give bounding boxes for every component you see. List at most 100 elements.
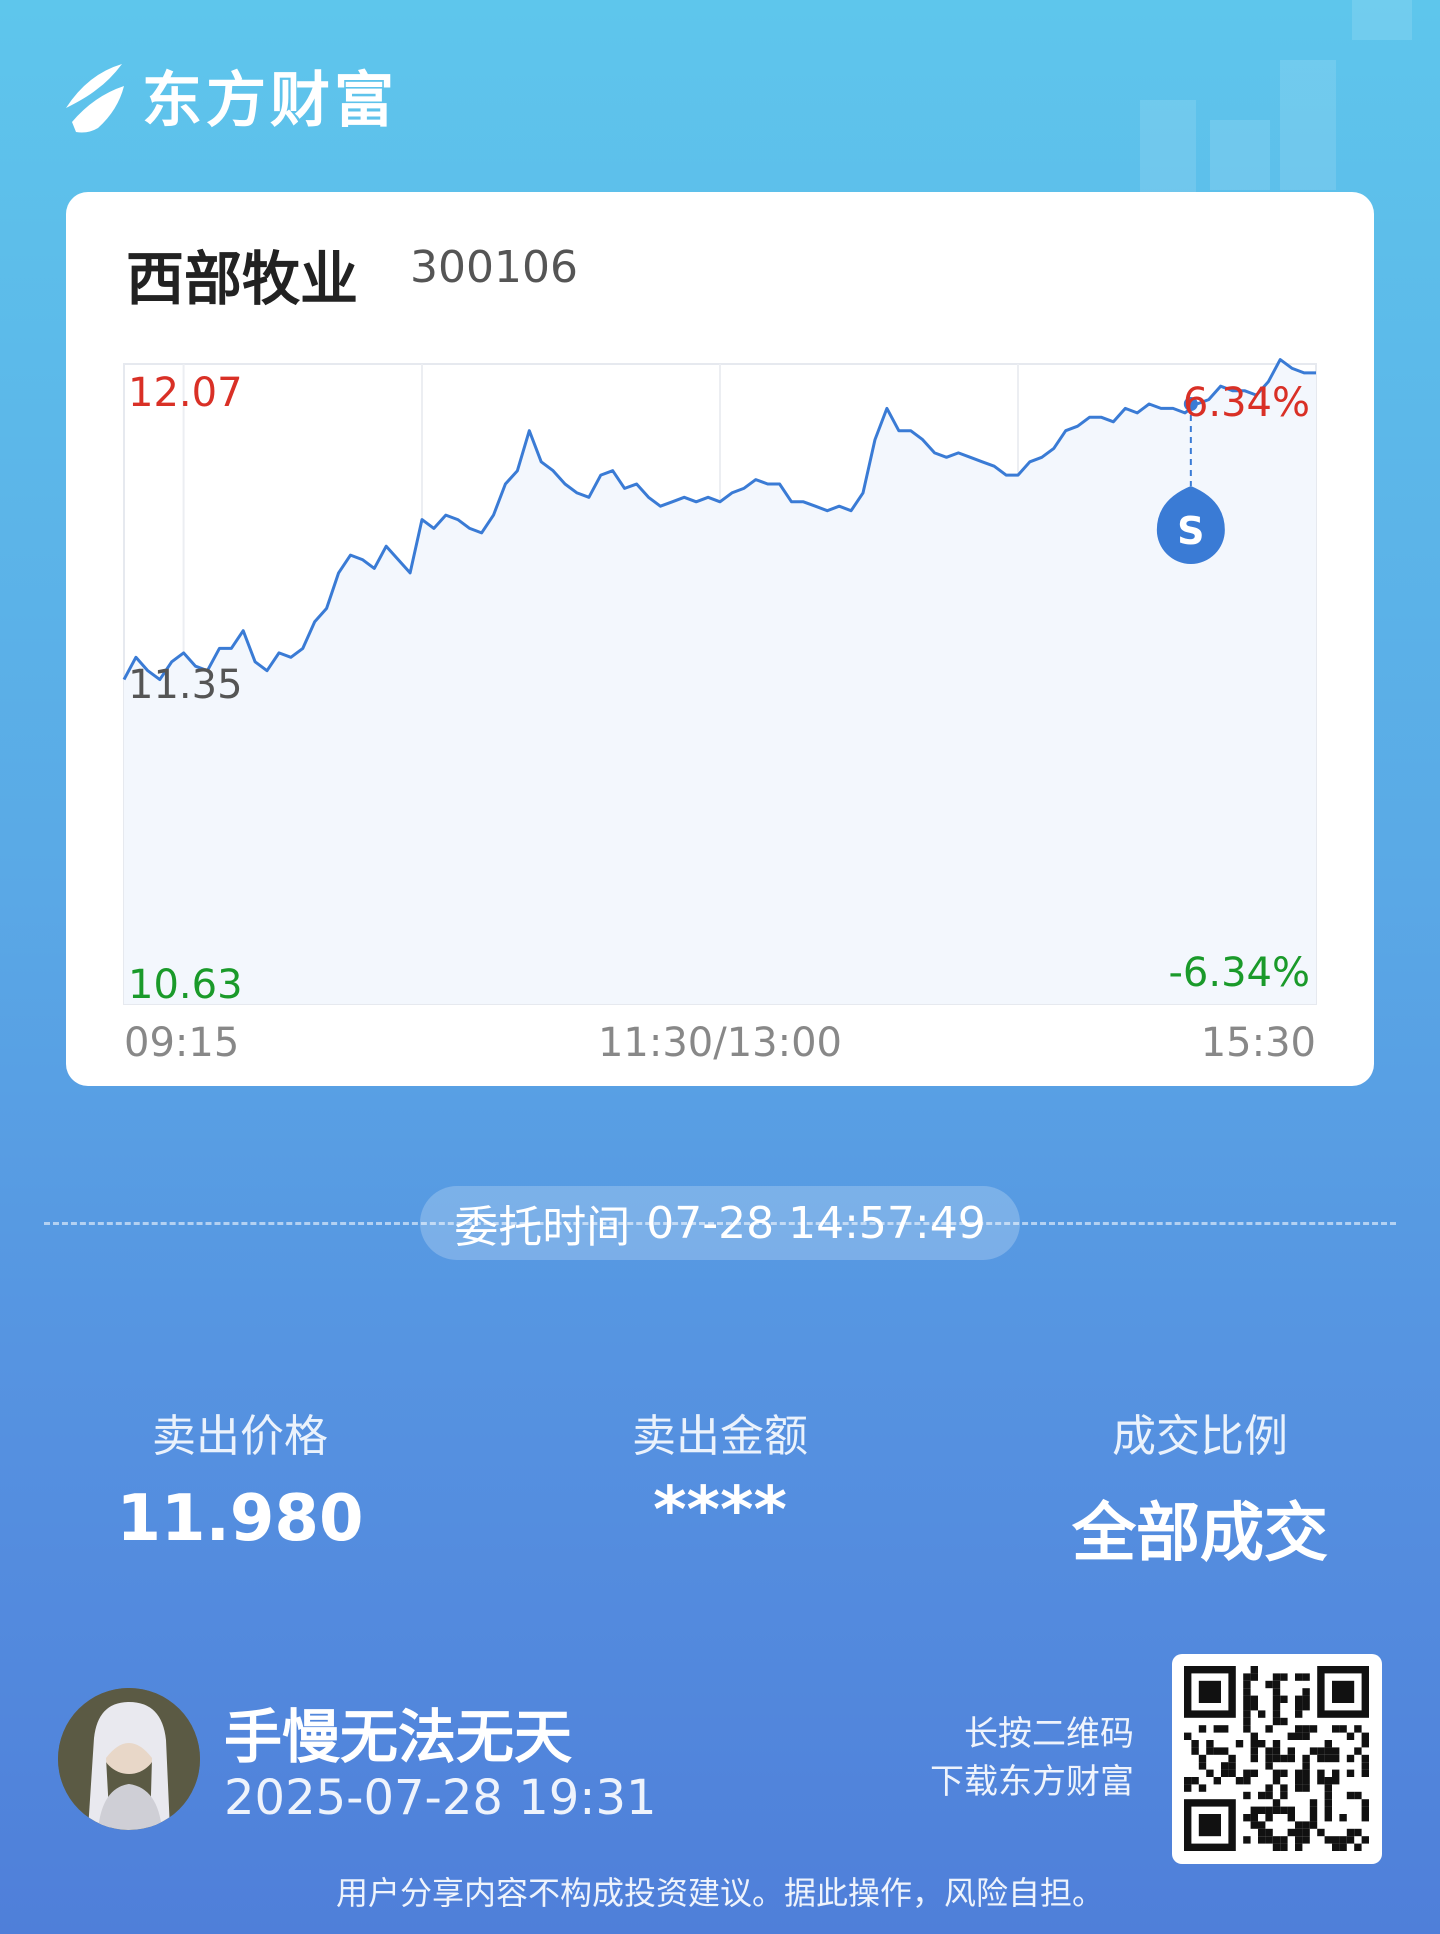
qr-module <box>1295 1673 1303 1681</box>
qr-module <box>1280 1836 1288 1844</box>
qr-module <box>1302 1762 1310 1770</box>
qr-module <box>1272 1680 1281 1689</box>
qr-module <box>1295 1710 1303 1718</box>
qr-module <box>1243 1673 1251 1681</box>
qr-module <box>1250 1673 1258 1681</box>
qr-module <box>1346 1754 1355 1763</box>
qr-module <box>1317 1828 1325 1837</box>
qr-module <box>1213 1725 1221 1733</box>
qr-module <box>1250 1814 1258 1822</box>
qr-module <box>1287 1828 1295 1837</box>
qr-module <box>1198 1725 1207 1733</box>
x-tick-label-open: 09:15 <box>124 1020 239 1066</box>
qr-module <box>1272 1747 1281 1755</box>
disclaimer: 用户分享内容不构成投资建议。据此操作，风险自担。 <box>335 1874 1104 1912</box>
qr-module <box>1361 1769 1369 1777</box>
qr-module <box>1213 1777 1221 1785</box>
qr-module <box>1295 1695 1303 1703</box>
qr-module <box>1309 1814 1318 1822</box>
qr-module <box>1317 1747 1325 1755</box>
qr-module <box>1265 1725 1273 1733</box>
qr-module <box>1272 1740 1281 1748</box>
qr-module <box>1317 1769 1325 1777</box>
qr-module <box>1280 1806 1288 1814</box>
qr-module <box>1265 1784 1273 1792</box>
qr-module <box>1324 1791 1332 1800</box>
qr-module <box>1198 1762 1207 1770</box>
qr-module <box>1184 1784 1192 1792</box>
qr-module <box>1272 1754 1281 1763</box>
qr-module <box>1258 1740 1266 1748</box>
qr-module <box>1250 1754 1258 1763</box>
qr-module <box>1354 1725 1362 1733</box>
qr-module <box>1265 1747 1273 1755</box>
y-tick-label-middle: 11.35 <box>128 662 243 708</box>
qr-module <box>1324 1799 1332 1807</box>
qr-module <box>1280 1754 1288 1763</box>
x-tick-label-midday: 11:30/13:00 <box>598 1020 842 1066</box>
stat-sell-amount: 卖出金额 **** <box>540 1400 900 1548</box>
qr-module <box>1324 1814 1332 1822</box>
intraday-chart: S 12.07 11.35 10.63 6.34% -6.34% 09:15 11:30/13… <box>66 192 1374 1086</box>
x-tick-label-close: 15:30 <box>1201 1020 1316 1066</box>
qr-module <box>1221 1747 1229 1755</box>
decorative-candlestick <box>1210 120 1270 190</box>
qr-module <box>1332 1777 1340 1785</box>
qr-module <box>1302 1754 1310 1763</box>
qr-module <box>1332 1836 1340 1844</box>
qr-module <box>1309 1725 1318 1733</box>
qr-module <box>1309 1799 1318 1807</box>
qr-module <box>1302 1725 1310 1733</box>
qr-module <box>1250 1821 1258 1829</box>
qr-module <box>1280 1695 1288 1703</box>
y-tick-label-top: 12.07 <box>128 370 243 416</box>
qr-module <box>1243 1814 1251 1822</box>
qr-module <box>1287 1732 1295 1740</box>
qr-module <box>1287 1814 1295 1822</box>
qr-module <box>1250 1666 1258 1674</box>
qr-module <box>1250 1769 1258 1777</box>
qr-module <box>1258 1710 1266 1718</box>
qr-module <box>1235 1740 1244 1748</box>
qr-module <box>1295 1725 1303 1733</box>
qr-module <box>1309 1821 1318 1829</box>
qr-module <box>1332 1725 1340 1733</box>
qr-module <box>1213 1747 1221 1755</box>
qr-module <box>1302 1695 1310 1703</box>
order-time-label: 委托时间 <box>454 1202 631 1253</box>
download-qr-code[interactable] <box>1172 1654 1382 1864</box>
qr-module <box>1243 1717 1251 1726</box>
qr-module <box>1302 1688 1310 1696</box>
y-tick-label-bottom: 10.63 <box>128 962 243 1008</box>
qr-module <box>1221 1762 1229 1770</box>
qr-module <box>1361 1762 1369 1770</box>
qr-module <box>1280 1673 1288 1681</box>
qr-module <box>1302 1821 1310 1829</box>
qr-module <box>1324 1806 1332 1814</box>
qr-module <box>1354 1843 1362 1851</box>
qr-module <box>1339 1725 1347 1733</box>
qr-module <box>1265 1762 1273 1770</box>
qr-module <box>1272 1717 1281 1726</box>
qr-module <box>1302 1703 1310 1711</box>
qr-finder-inner <box>1198 1814 1221 1837</box>
qr-finder-inner <box>1198 1680 1221 1703</box>
qr-module <box>1295 1777 1303 1785</box>
qr-module <box>1332 1843 1340 1851</box>
qr-module <box>1228 1762 1236 1770</box>
qr-module <box>1361 1806 1369 1814</box>
qr-module <box>1339 1836 1347 1844</box>
order-time-value: 07-28 14:57:49 <box>646 1197 986 1249</box>
avatar[interactable] <box>58 1688 200 1830</box>
qr-module <box>1243 1703 1251 1711</box>
qr-module <box>1258 1821 1266 1829</box>
qr-module <box>1228 1754 1236 1763</box>
qr-module <box>1324 1754 1332 1763</box>
qr-module <box>1295 1769 1303 1777</box>
qr-module <box>1265 1814 1273 1822</box>
qr-module <box>1361 1836 1369 1844</box>
qr-module <box>1302 1836 1310 1844</box>
decorative-candlestick <box>1280 60 1336 190</box>
qr-code-icon <box>1184 1666 1369 1851</box>
qr-hint: 长按二维码 下载东方财富 <box>930 1710 1134 1806</box>
